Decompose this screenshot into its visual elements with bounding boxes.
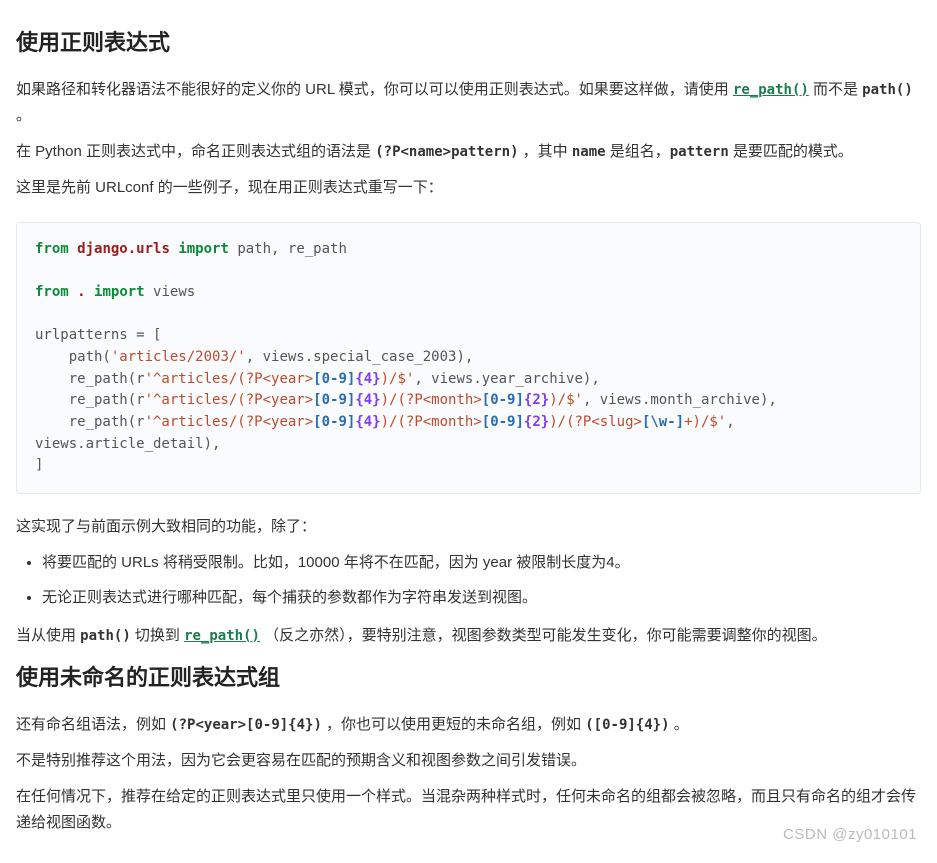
re-path-link[interactable]: re_path()	[184, 628, 260, 644]
regex-quantifier: {2}	[524, 414, 549, 430]
text: 是组名，	[606, 143, 670, 160]
code-text: path(	[35, 349, 111, 365]
after-code-intro: 这实现了与前面示例大致相同的功能，除了：	[16, 514, 921, 540]
regex-string: '^articles/(?P<year>	[145, 371, 314, 387]
unnamed-paragraph-1: 还有命名组语法，例如 (?P<year>[0-9]{4}) ，你也可以使用更短的…	[16, 712, 921, 738]
section-heading-unnamed: 使用未命名的正则表达式组	[16, 659, 921, 698]
module-name: django.urls	[77, 241, 170, 257]
regex-string: )/(?P<month>	[381, 392, 482, 408]
regex-class: [\w-]	[642, 414, 684, 430]
switch-note-paragraph: 当从使用 path() 切换到 re_path() （反之亦然），要特别注意，视…	[16, 623, 921, 649]
regex-string: )/$'	[549, 392, 583, 408]
path-code: path()	[80, 628, 131, 644]
code-text: , views.month_archive),	[583, 392, 777, 408]
regex-string: +)/$'	[684, 414, 726, 430]
text: 。	[16, 107, 31, 124]
intro-paragraph-1: 如果路径和转化器语法不能很好的定义你的 URL 模式，你可以可以使用正则表达式。…	[16, 77, 921, 130]
list-item: 无论正则表达式进行哪种匹配，每个捕获的参数都作为字符串发送到视图。	[42, 585, 921, 611]
text: 当从使用	[16, 627, 80, 644]
text: （反之亦然），要特别注意，视图参数类型可能发生变化，你可能需要调整你的视图。	[260, 627, 827, 644]
code-text: urlpatterns = [	[35, 327, 161, 343]
unnamed-group-example-code: ([0-9]{4})	[585, 717, 669, 733]
code-text: re_path(r	[35, 414, 145, 430]
code-text: re_path(r	[35, 392, 145, 408]
unnamed-paragraph-2: 不是特别推荐这个用法，因为它会更容易在匹配的预期含义和视图参数之间引发错误。	[16, 748, 921, 774]
re-path-link[interactable]: re_path()	[733, 82, 809, 98]
regex-string: )/(?P<month>	[381, 414, 482, 430]
import-names: path, re_path	[229, 241, 347, 257]
string-literal: 'articles/2003/'	[111, 349, 246, 365]
text: 在 Python 正则表达式中，命名正则表达式组的语法是	[16, 143, 375, 160]
regex-class: [0-9]	[482, 414, 524, 430]
regex-class: [0-9]	[482, 392, 524, 408]
path-code: path()	[862, 82, 913, 98]
code-text: re_path(r	[35, 371, 145, 387]
kw-import: import	[94, 284, 145, 300]
text: 如果路径和转化器语法不能很好的定义你的 URL 模式，你可以可以使用正则表达式。…	[16, 81, 733, 98]
regex-string: )/(?P<slug>	[549, 414, 642, 430]
import-names: views	[145, 284, 196, 300]
code-text: views.article_detail),	[35, 436, 220, 452]
differences-list: 将要匹配的 URLs 将稍受限制。比如，10000 年将不在匹配，因为 year…	[16, 550, 921, 611]
code-block: from django.urls import path, re_path fr…	[16, 222, 921, 495]
code-text: ,	[726, 414, 743, 430]
code-text: , views.year_archive),	[414, 371, 599, 387]
regex-string: '^articles/(?P<year>	[145, 392, 314, 408]
regex-class: [0-9]	[313, 414, 355, 430]
kw-import: import	[178, 241, 229, 257]
regex-class: [0-9]	[313, 392, 355, 408]
regex-class: [0-9]	[313, 371, 355, 387]
intro-paragraph-2: 在 Python 正则表达式中，命名正则表达式组的语法是 (?P<name>pa…	[16, 139, 921, 165]
regex-quantifier: {4}	[355, 392, 380, 408]
text: 是要匹配的模式。	[729, 143, 853, 160]
regex-quantifier: {4}	[355, 414, 380, 430]
module-dot: .	[77, 284, 85, 300]
regex-quantifier: {2}	[524, 392, 549, 408]
code-text: , views.special_case_2003),	[246, 349, 474, 365]
named-group-syntax-code: (?P<name>pattern)	[375, 144, 518, 160]
regex-string: '^articles/(?P<year>	[145, 414, 314, 430]
named-group-example-code: (?P<year>[0-9]{4})	[170, 717, 322, 733]
text: ，其中	[519, 143, 572, 160]
kw-from: from	[35, 284, 69, 300]
section-heading-regex: 使用正则表达式	[16, 24, 921, 63]
kw-from: from	[35, 241, 69, 257]
text: 还有命名组语法，例如	[16, 716, 170, 733]
code-text: ]	[35, 457, 43, 473]
name-code: name	[572, 144, 606, 160]
regex-quantifier: {4}	[355, 371, 380, 387]
text: 切换到	[131, 627, 184, 644]
text: ，你也可以使用更短的未命名组，例如	[322, 716, 585, 733]
list-item: 将要匹配的 URLs 将稍受限制。比如，10000 年将不在匹配，因为 year…	[42, 550, 921, 576]
text: 而不是	[809, 81, 862, 98]
text: 。	[670, 716, 689, 733]
unnamed-paragraph-3: 在任何情况下，推荐在给定的正则表达式里只使用一个样式。当混杂两种样式时，任何未命…	[16, 784, 921, 837]
intro-paragraph-3: 这里是先前 URLconf 的一些例子，现在用正则表达式重写一下：	[16, 175, 921, 201]
pattern-code: pattern	[670, 144, 729, 160]
regex-string: )/$'	[381, 371, 415, 387]
